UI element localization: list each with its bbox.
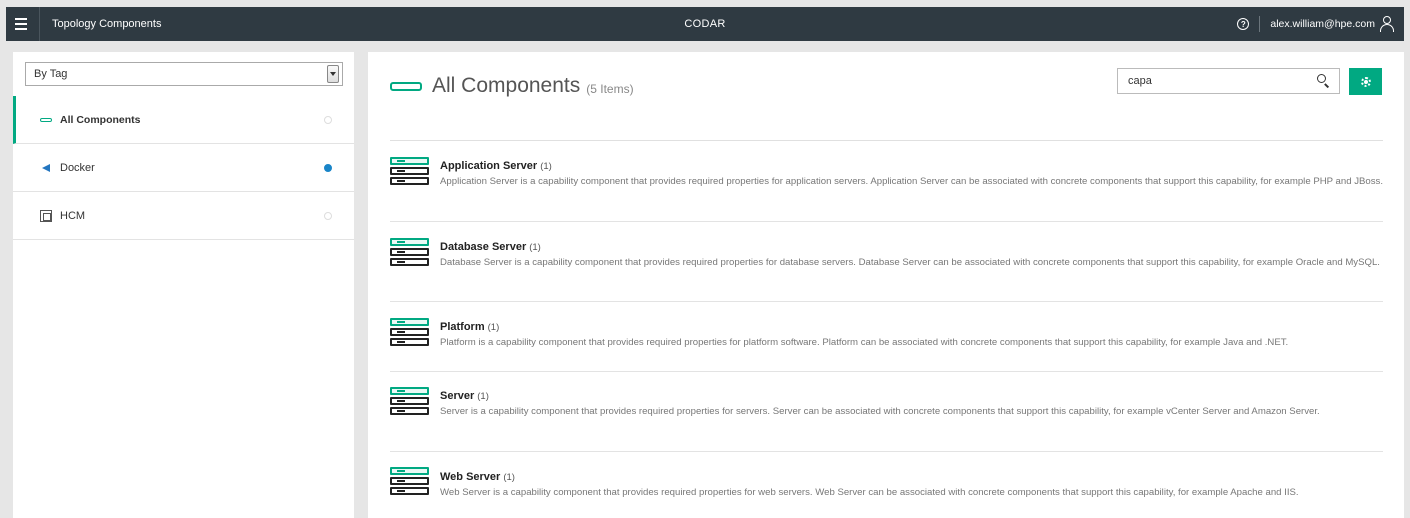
filter-select-value: By Tag	[34, 68, 68, 80]
menu-icon[interactable]	[10, 7, 40, 41]
status-dot	[324, 163, 332, 172]
main-panel: All Components (5 Items) Application Ser…	[368, 52, 1404, 518]
component-count: (1)	[540, 161, 552, 172]
filter-select[interactable]: By Tag	[25, 62, 343, 86]
page-header: All Components (5 Items)	[390, 74, 634, 98]
gear-icon	[1360, 76, 1371, 87]
tag-label: Docker	[60, 161, 95, 174]
chevron-down-icon[interactable]	[327, 65, 339, 83]
server-icon	[390, 467, 429, 495]
component-description: Server is a capability component that pr…	[440, 406, 1320, 417]
component-name[interactable]: Web Server (1)	[440, 471, 1383, 483]
server-icon	[390, 157, 429, 185]
component-count: (1)	[503, 472, 515, 483]
status-dot	[324, 211, 332, 220]
tag-list: All Components Docker HCM	[13, 96, 354, 240]
tag-label: HCM	[60, 209, 86, 222]
component-count: (1)	[487, 322, 500, 333]
sidebar: By Tag All Components Docker HCM	[13, 52, 354, 518]
component-pill-icon	[40, 117, 52, 122]
help-icon[interactable]: ?	[1237, 18, 1250, 30]
component-list: Application Server (1) Application Server…	[390, 141, 1383, 512]
user-email[interactable]: alex.william@hpe.com	[1270, 18, 1375, 30]
brand-name: CODAR	[684, 18, 726, 30]
component-name[interactable]: Application Server (1)	[440, 160, 1383, 172]
hcm-icon	[40, 209, 52, 222]
item-count: (5 Items)	[586, 81, 634, 96]
list-item[interactable]: Platform (1) Platform is a capability com…	[390, 302, 1383, 372]
component-description: Database Server is a capability componen…	[440, 257, 1380, 268]
component-name[interactable]: Platform (1)	[440, 321, 1383, 333]
component-count: (1)	[477, 391, 489, 402]
list-item[interactable]: Server (1) Server is a capability compone…	[390, 372, 1383, 452]
app-title: Topology Components	[52, 18, 162, 30]
component-count: (1)	[529, 242, 541, 253]
search-icon[interactable]	[1313, 71, 1333, 91]
page-title: All Components	[432, 74, 581, 97]
list-item[interactable]: Application Server (1) Application Server…	[390, 141, 1383, 222]
tag-item-hcm[interactable]: HCM	[13, 192, 354, 240]
component-description: Platform is a capability component that …	[440, 337, 1289, 348]
component-name[interactable]: Server (1)	[440, 390, 1383, 402]
list-item[interactable]: Database Server (1) Database Server is a …	[390, 222, 1383, 302]
search-input[interactable]	[1128, 75, 1313, 87]
server-icon	[390, 318, 429, 346]
tag-label: All Components	[60, 113, 141, 126]
tag-item-docker[interactable]: Docker	[13, 144, 354, 192]
server-icon	[390, 387, 429, 415]
docker-icon	[40, 163, 52, 172]
settings-button[interactable]	[1349, 68, 1382, 95]
component-name[interactable]: Database Server (1)	[440, 241, 1383, 253]
component-description: Application Server is a capability compo…	[440, 176, 1383, 187]
status-dot	[324, 115, 332, 124]
tag-item-all-components[interactable]: All Components	[13, 96, 354, 144]
user-icon[interactable]	[1380, 16, 1394, 32]
top-bar: Topology Components CODAR ? alex.william…	[6, 7, 1404, 41]
search-box	[1117, 68, 1340, 94]
divider	[1259, 16, 1261, 32]
component-description: Web Server is a capability component tha…	[440, 487, 1299, 498]
list-item[interactable]: Web Server (1) Web Server is a capability…	[390, 452, 1383, 512]
component-pill-icon	[390, 81, 422, 91]
server-icon	[390, 238, 429, 266]
